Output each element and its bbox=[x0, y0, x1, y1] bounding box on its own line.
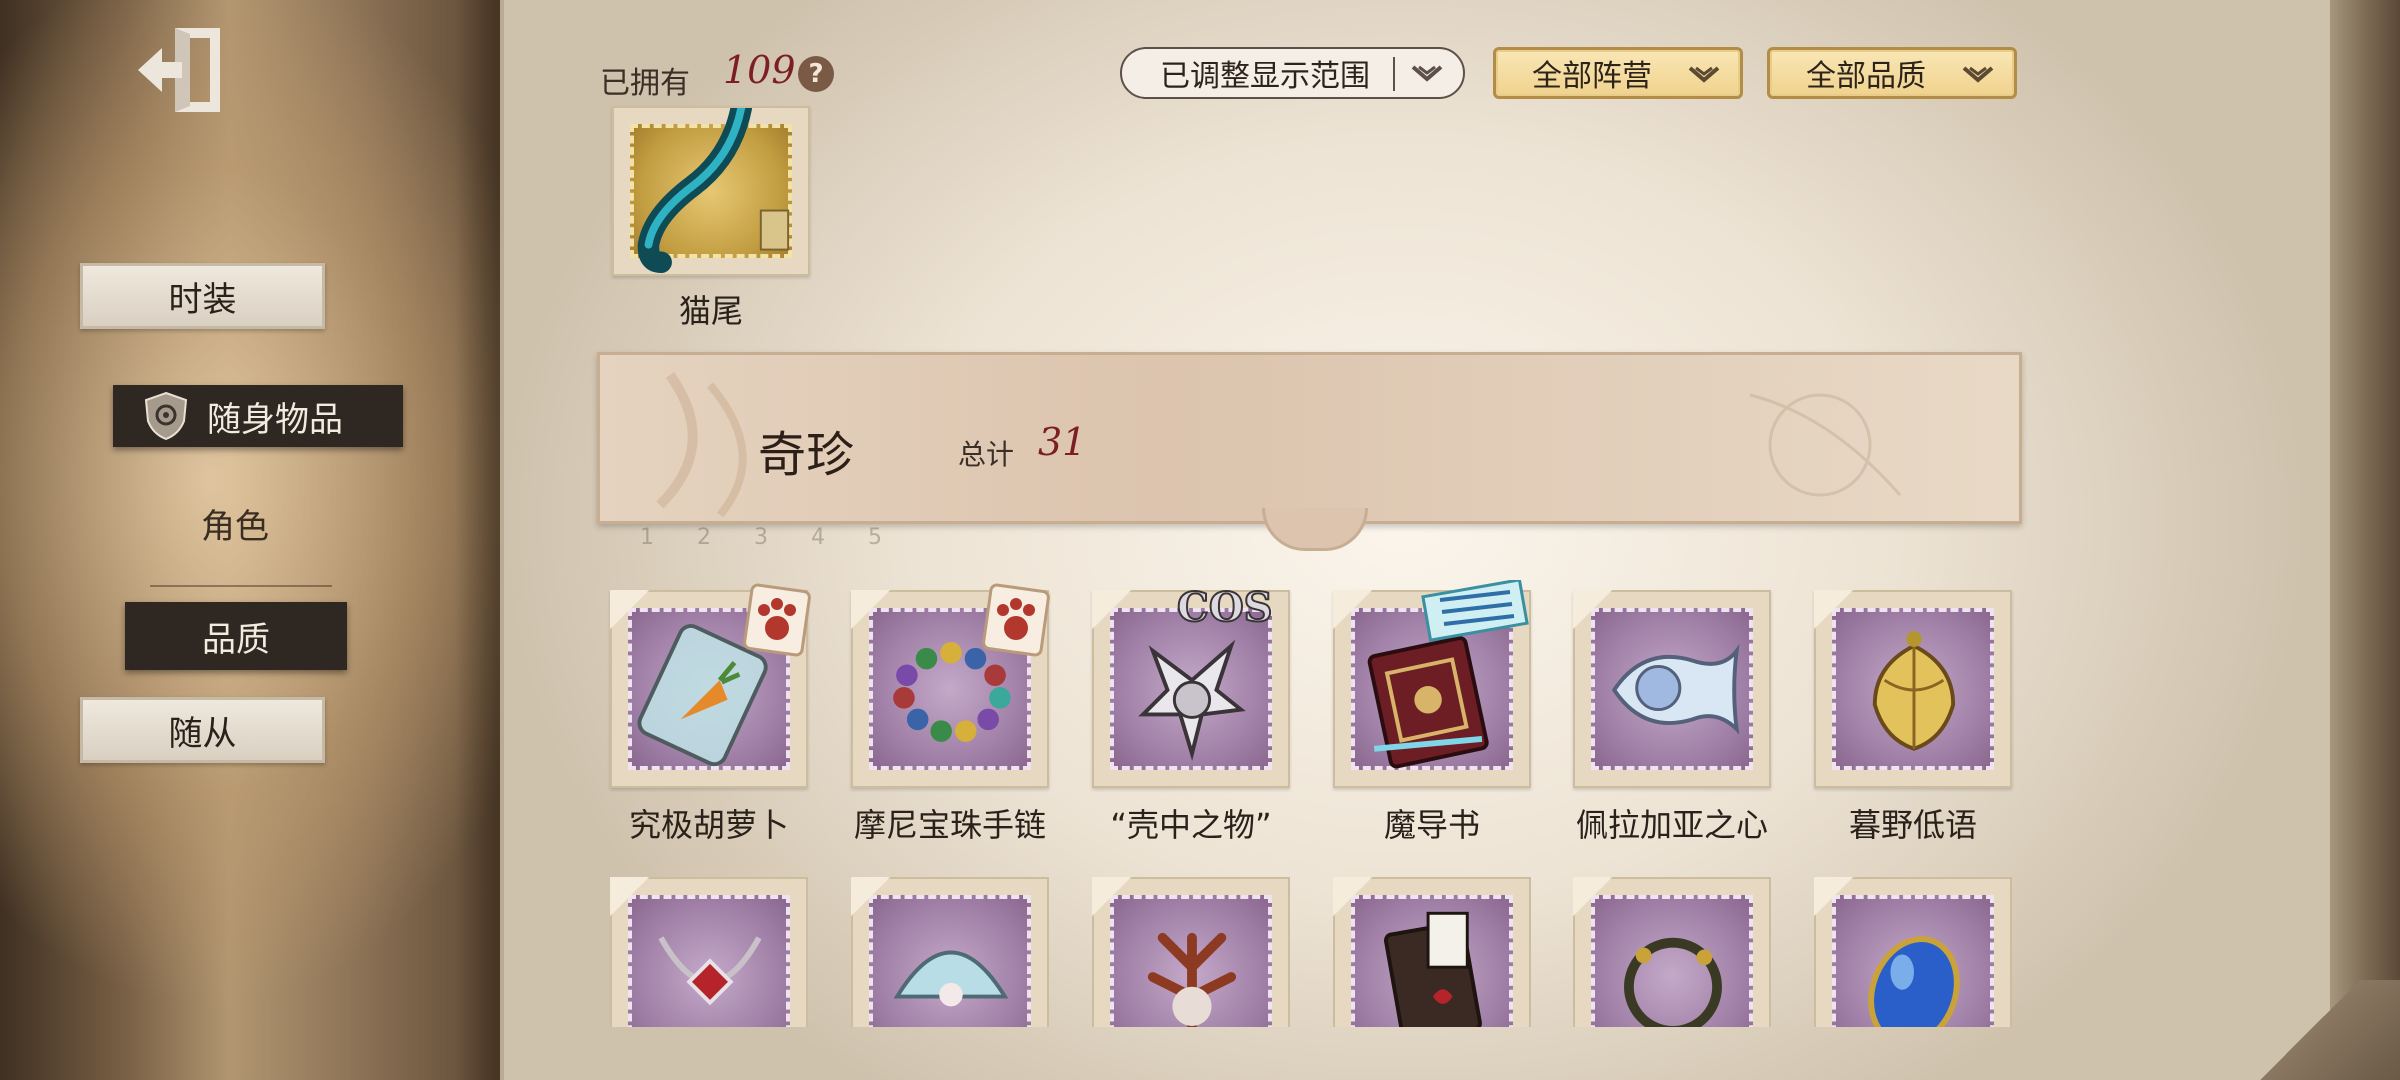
item-label: 佩拉加亚之心 bbox=[1575, 806, 1768, 844]
item-blue-gem-heart[interactable] bbox=[1814, 877, 2012, 1027]
board-edge bbox=[2330, 0, 2400, 1080]
item-stamp bbox=[1333, 877, 1531, 1027]
item-stamp bbox=[1092, 877, 1290, 1027]
chevron-down-icon bbox=[1962, 66, 1994, 83]
item-ultimate-carrot[interactable]: 究极胡萝卜 bbox=[610, 583, 811, 844]
board-corner bbox=[2220, 980, 2400, 1080]
fish-heart-icon bbox=[1611, 643, 1740, 735]
item-stamp: COS bbox=[1092, 583, 1290, 788]
item-grimoire[interactable]: 魔导书 bbox=[1333, 580, 1531, 844]
tab-role[interactable]: 角色 bbox=[160, 495, 310, 551]
branch-wreath-icon bbox=[1624, 937, 1722, 1027]
category-total: 31 bbox=[1038, 420, 1087, 464]
item-stamp bbox=[1333, 580, 1531, 788]
exit-door-icon bbox=[138, 28, 220, 112]
item-stamp bbox=[1814, 590, 2012, 788]
tab-quality[interactable]: 品质 bbox=[125, 602, 347, 670]
tab-role-label: 角色 bbox=[201, 506, 269, 547]
item-shell-thing[interactable]: COS “壳中之物” bbox=[1092, 583, 1290, 844]
golden-pendant-icon bbox=[1872, 631, 1956, 751]
range-filter-label: 已调整显示范围 bbox=[1160, 59, 1370, 94]
tab-follower-label: 随从 bbox=[168, 713, 237, 754]
tab-follower[interactable]: 随从 bbox=[80, 697, 325, 763]
item-label: 究极胡萝卜 bbox=[628, 806, 789, 844]
item-card-deck[interactable] bbox=[1333, 877, 1531, 1027]
camp-filter-dropdown[interactable]: 全部阵营 bbox=[1493, 47, 1743, 99]
chevron-down-icon bbox=[1411, 65, 1443, 82]
question-icon[interactable]: ? bbox=[798, 56, 834, 92]
item-stamp bbox=[851, 877, 1049, 1027]
paw-badge-icon bbox=[982, 583, 1050, 657]
item-stamp bbox=[612, 106, 810, 276]
dropdown-separator bbox=[1393, 57, 1395, 91]
item-stamp bbox=[851, 583, 1050, 788]
tab-fashion[interactable]: 时装 bbox=[80, 263, 325, 329]
svg-text:COS: COS bbox=[1177, 584, 1273, 631]
category-total-label: 总计 bbox=[958, 438, 1015, 471]
item-pearl-shell[interactable] bbox=[851, 877, 1049, 1027]
item-label: 魔导书 bbox=[1383, 806, 1480, 844]
cat-tail-icon bbox=[637, 108, 790, 274]
chevron-down-icon bbox=[1688, 66, 1720, 83]
range-filter-dropdown[interactable]: 已调整显示范围 bbox=[1120, 47, 1465, 99]
blue-gem-heart-icon bbox=[1868, 936, 1960, 1027]
item-necklace[interactable] bbox=[610, 877, 808, 1027]
category-banner: 奇珍 总计 31 bbox=[597, 352, 2022, 551]
item-pelagia-heart[interactable]: 佩拉加亚之心 bbox=[1573, 590, 1771, 844]
tab-quality-label: 品质 bbox=[202, 619, 270, 660]
shield-emblem-icon bbox=[143, 391, 189, 441]
owned-label: 已拥有 bbox=[600, 66, 690, 101]
item-cat-tail[interactable]: 猫尾 bbox=[612, 106, 810, 330]
necklace-icon bbox=[658, 936, 762, 1006]
item-dusk-whisper[interactable]: 暮野低语 bbox=[1814, 590, 2012, 844]
quality-filter-dropdown[interactable]: 全部品质 bbox=[1767, 47, 2017, 99]
ruler-marks: 1 2 3 4 5 bbox=[640, 525, 900, 550]
cos-logo-badge: COS bbox=[1176, 583, 1274, 632]
item-label: 摩尼宝珠手链 bbox=[853, 806, 1046, 844]
category-title: 奇珍 bbox=[758, 427, 855, 483]
quality-filter-label: 全部品质 bbox=[1806, 59, 1926, 94]
paw-badge-icon bbox=[743, 583, 811, 657]
tab-fashion-label: 时装 bbox=[168, 279, 237, 320]
item-label: “壳中之物” bbox=[1110, 806, 1272, 844]
coral-figure-icon bbox=[1147, 932, 1237, 1027]
item-stamp bbox=[610, 877, 808, 1027]
item-stamp bbox=[1573, 590, 1771, 788]
item-label: 暮野低语 bbox=[1848, 806, 1977, 844]
item-stamp bbox=[1573, 877, 1771, 1027]
divider bbox=[150, 585, 332, 587]
ticket-badge bbox=[1421, 580, 1529, 642]
pearl-shell-icon bbox=[893, 950, 1009, 1007]
exit-button[interactable] bbox=[125, 15, 235, 125]
item-label: 猫尾 bbox=[678, 292, 743, 330]
camp-filter-label: 全部阵营 bbox=[1532, 59, 1652, 94]
item-coral-figure[interactable] bbox=[1092, 877, 1290, 1027]
item-branch-wreath[interactable] bbox=[1573, 877, 1771, 1027]
item-mani-bracelet[interactable]: 摩尼宝珠手链 bbox=[851, 583, 1050, 844]
card-deck-icon bbox=[1383, 911, 1482, 1027]
item-stamp bbox=[610, 583, 811, 788]
tab-carried-items-label: 随身物品 bbox=[207, 399, 343, 440]
item-stamp bbox=[1814, 877, 2012, 1027]
owned-count: 109 bbox=[723, 48, 796, 92]
tab-carried-items[interactable]: 随身物品 bbox=[113, 385, 403, 447]
